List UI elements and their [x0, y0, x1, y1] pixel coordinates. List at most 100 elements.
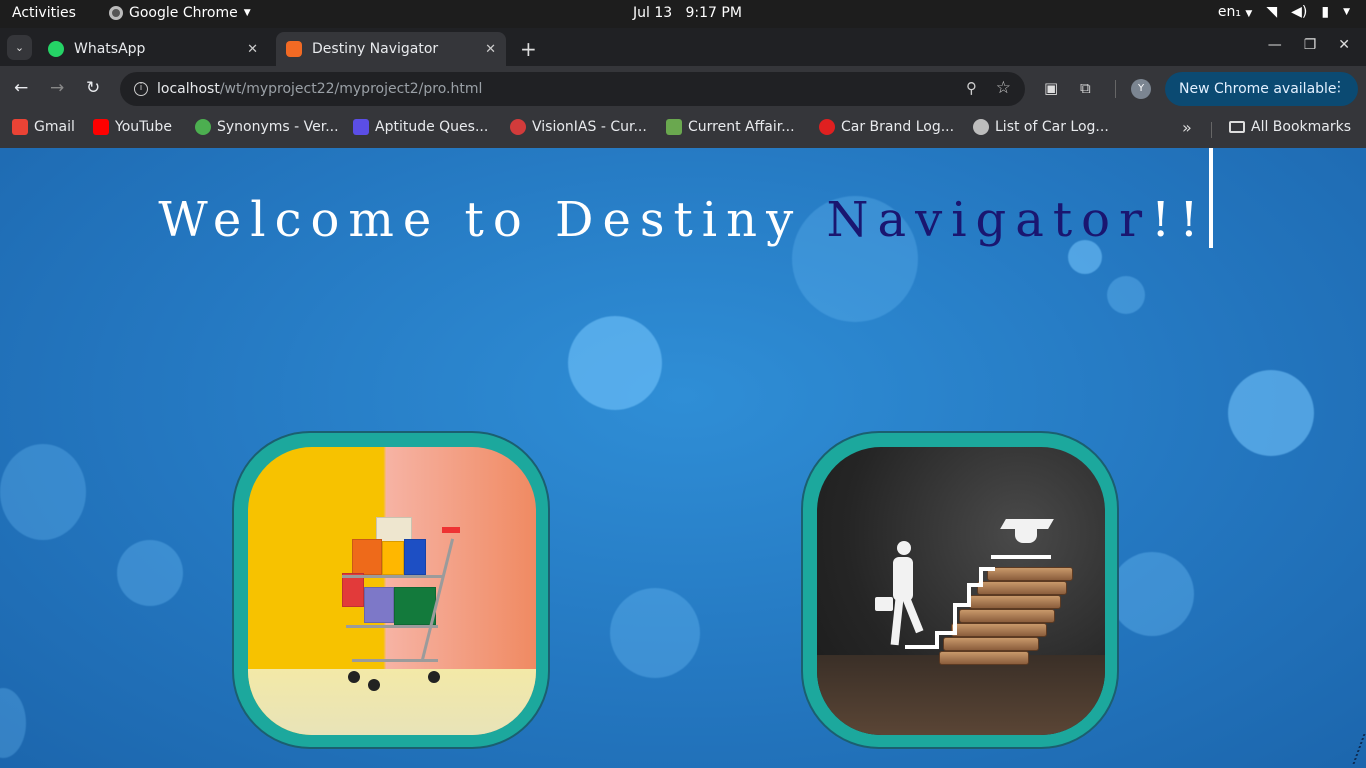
stair-step	[905, 645, 937, 649]
reload-button[interactable]: ↻	[86, 78, 100, 98]
wifi-icon: ◥	[1266, 4, 1278, 20]
background-bubble	[1107, 276, 1145, 314]
page-viewport: Welcome to Destiny Navigator!!	[0, 148, 1366, 768]
close-icon[interactable]: ✕	[485, 42, 496, 57]
bookmark-aptitude[interactable]: Aptitude Ques...	[353, 119, 488, 135]
bookmark-label: Synonyms - Ver...	[217, 119, 339, 135]
all-bookmarks-button[interactable]: All Bookmarks	[1229, 119, 1351, 135]
title-suffix: !!	[1151, 192, 1208, 248]
cart-wheel	[368, 679, 380, 691]
system-tray[interactable]: en₁ ▼ ◥ ◀) ▮ ▼	[1218, 4, 1350, 20]
bookmark-gmail[interactable]: Gmail	[12, 119, 75, 135]
chevron-down-icon: ▼	[1245, 9, 1253, 19]
activities-button[interactable]: Activities	[12, 5, 76, 21]
background-bubble	[1228, 370, 1314, 456]
box	[352, 539, 382, 575]
bookmarks-bar: Gmail YouTube Synonyms - Ver... Aptitude…	[0, 112, 1366, 148]
visionias-icon	[510, 119, 526, 135]
forward-button[interactable]: →	[50, 78, 64, 98]
typing-cursor	[1209, 148, 1213, 248]
bookmark-current-affairs[interactable]: Current Affair...	[666, 119, 795, 135]
book	[969, 595, 1061, 609]
bookmark-label: VisionIAS - Cur...	[532, 119, 647, 135]
more-bookmarks-chevron-icon[interactable]: »	[1182, 118, 1192, 137]
graduation-cap-base	[1015, 527, 1037, 543]
bookmark-youtube[interactable]: YouTube	[93, 119, 172, 135]
youtube-icon	[93, 119, 109, 135]
tab-whatsapp[interactable]: WhatsApp ✕	[38, 32, 268, 66]
bookmark-label: Gmail	[34, 119, 75, 135]
book	[943, 637, 1039, 651]
person-leg	[902, 596, 924, 634]
chevron-down-icon: ▼	[1343, 7, 1350, 17]
bookmark-list-of-car-logos[interactable]: List of Car Log...	[973, 119, 1109, 135]
shopping-card[interactable]	[232, 431, 550, 749]
person-head	[897, 541, 911, 555]
restore-icon[interactable]: ❐	[1304, 37, 1317, 53]
current-affairs-icon	[666, 119, 682, 135]
cart-wheel	[428, 671, 440, 683]
clock-time: 9:17 PM	[685, 5, 742, 21]
more-menu-icon[interactable]: ⋮	[1332, 79, 1346, 95]
volume-icon: ◀)	[1291, 4, 1308, 20]
background-bubble	[610, 588, 700, 678]
book	[987, 567, 1073, 581]
bookmark-synonyms[interactable]: Synonyms - Ver...	[195, 119, 339, 135]
reading-list-icon[interactable]: ▣	[1044, 79, 1058, 97]
input-language[interactable]: en₁ ▼	[1218, 4, 1252, 20]
cart-frame	[352, 659, 438, 662]
bookmark-car-brand-logos[interactable]: Car Brand Log...	[819, 119, 954, 135]
box	[404, 539, 426, 575]
new-tab-button[interactable]: +	[520, 37, 537, 61]
education-card[interactable]	[801, 431, 1119, 749]
extensions-icon[interactable]: ⧉	[1080, 79, 1091, 97]
folder-icon	[1229, 121, 1245, 133]
book	[939, 651, 1029, 665]
bookmark-label: Current Affair...	[688, 119, 795, 135]
stair-step	[953, 603, 957, 633]
update-button-label: New Chrome available	[1179, 81, 1337, 97]
bookmark-label: Aptitude Ques...	[375, 119, 489, 135]
page-decoration	[1340, 734, 1366, 764]
close-window-icon[interactable]: ✕	[1338, 37, 1350, 53]
background-bubble	[0, 688, 26, 758]
back-button[interactable]: ←	[14, 78, 28, 98]
background-bubble	[1110, 552, 1194, 636]
chevron-down-icon: ⌄	[14, 41, 25, 54]
synonyms-site-icon	[195, 119, 211, 135]
all-bookmarks-label: All Bookmarks	[1251, 119, 1352, 135]
xampp-icon	[286, 41, 302, 57]
app-menu[interactable]: Google Chrome ▼	[109, 5, 251, 21]
box	[394, 587, 436, 625]
stair-step	[991, 555, 1051, 559]
bookmark-visionias[interactable]: VisionIAS - Cur...	[510, 119, 647, 135]
clock-date: Jul 13	[633, 5, 673, 21]
close-icon[interactable]: ✕	[247, 42, 258, 57]
tab-strip: ⌄ WhatsApp ✕ Destiny Navigator ✕ + — ❐ ✕	[0, 28, 1366, 66]
cart-frame	[346, 625, 438, 628]
car-brand-icon	[819, 119, 835, 135]
briefcase-icon	[875, 597, 893, 611]
bookmarks-divider	[1211, 122, 1212, 138]
minimize-icon[interactable]: —	[1268, 37, 1282, 53]
tab-destiny-navigator[interactable]: Destiny Navigator ✕	[276, 32, 506, 66]
book	[977, 581, 1067, 595]
bookmark-label: YouTube	[115, 119, 172, 135]
title-main: Welcome to Destiny	[158, 192, 827, 248]
tab-search-button[interactable]: ⌄	[7, 35, 32, 60]
battery-icon: ▮	[1321, 4, 1330, 20]
new-chrome-available-button[interactable]: New Chrome available ⋮	[1165, 72, 1358, 106]
site-info-icon[interactable]: i	[134, 82, 148, 96]
chrome-icon	[109, 6, 123, 20]
floor	[248, 669, 536, 735]
profile-avatar[interactable]: Y	[1131, 79, 1151, 99]
address-bar[interactable]: i localhost/wt/myproject22/myproject2/pr…	[120, 72, 1025, 106]
shopping-cart-image	[248, 447, 536, 735]
bookmark-label: List of Car Log...	[995, 119, 1109, 135]
system-top-bar: Activities Google Chrome ▼ Jul 13 9:17 P…	[0, 0, 1366, 28]
search-icon[interactable]: ⚲	[966, 79, 977, 97]
url-host: localhost	[157, 81, 220, 97]
bookmark-star-icon[interactable]: ☆	[996, 78, 1011, 98]
clock[interactable]: Jul 13 9:17 PM	[633, 5, 742, 21]
box	[364, 587, 394, 623]
